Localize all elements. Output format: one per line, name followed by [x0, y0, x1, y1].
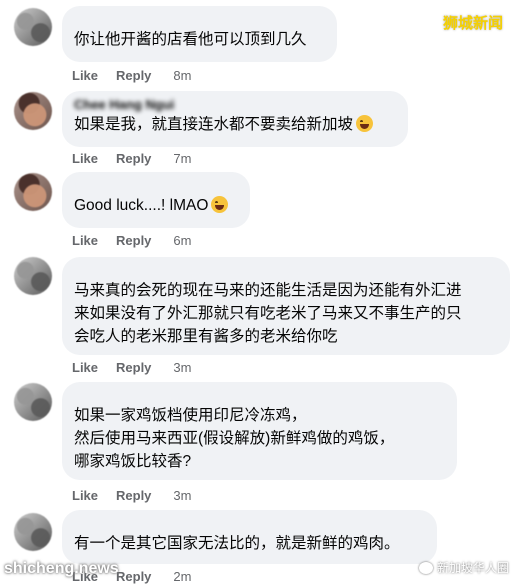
like-button[interactable]: Like	[72, 233, 98, 248]
comment-author[interactable]	[74, 516, 425, 532]
reply-button[interactable]: Reply	[116, 68, 151, 83]
comment-bubble: Chee Hang Ngui 如果是我，就直接连水都不要卖给新加坡	[62, 91, 408, 147]
laughing-tears-emoji-icon	[356, 115, 374, 132]
comment-author[interactable]	[74, 12, 325, 28]
comment-time[interactable]: 7m	[173, 151, 191, 166]
comment-actions: Like Reply 6m	[72, 233, 191, 248]
comment-bubble: 有一个是其它国家无法比的，就是新鲜的鸡肉。	[62, 510, 437, 564]
reply-button[interactable]: Reply	[116, 233, 151, 248]
comment-text: 马来真的会死的现在马来的还能生活是因为还能有外汇进 来如果没有了外汇那就只有吃老…	[74, 282, 462, 345]
avatar[interactable]	[14, 8, 52, 46]
comment-actions: Like Reply 3m	[72, 488, 191, 503]
avatar[interactable]	[14, 173, 52, 211]
comment-text-content: Good luck....! lMAO	[74, 197, 209, 214]
comment-text: Good luck....! lMAO	[74, 194, 238, 217]
comment-actions: Like Reply 3m	[72, 360, 191, 375]
comment-bubble: 你让他开酱的店看他可以顶到几久	[62, 6, 337, 62]
comment-author[interactable]	[74, 263, 498, 279]
comment-author[interactable]: Chee Hang Ngui	[74, 97, 396, 113]
reply-button[interactable]: Reply	[116, 569, 151, 584]
comment-text-content: 如果是我，就直接连水都不要卖给新加坡	[74, 116, 354, 133]
watermark-top: 狮城新闻	[442, 15, 503, 32]
comment-time[interactable]: 2m	[173, 569, 191, 584]
comment-bubble: 如果一家鸡饭档使用印尼冷冻鸡， 然后使用马来西亚(假设解放)新鲜鸡做的鸡饭， 哪…	[62, 382, 457, 480]
watermark-site: shicheng.news	[4, 560, 119, 577]
comment-author[interactable]	[74, 388, 445, 404]
reply-button[interactable]: Reply	[116, 360, 151, 375]
comment-bubble: Good luck....! lMAO	[62, 172, 250, 228]
reply-button[interactable]: Reply	[116, 488, 151, 503]
comment-author[interactable]	[74, 178, 238, 194]
comment-bubble: 马来真的会死的现在马来的还能生活是因为还能有外汇进 来如果没有了外汇那就只有吃老…	[62, 257, 510, 355]
comment-time[interactable]: 3m	[173, 488, 191, 503]
watermark-wechat-label: 新加坡华人圈	[436, 561, 509, 575]
watermark-wechat: 新加坡华人圈	[418, 559, 509, 576]
comment-text: 如果是我，就直接连水都不要卖给新加坡	[74, 113, 396, 136]
avatar[interactable]	[14, 383, 52, 421]
comment-time[interactable]: 6m	[173, 233, 191, 248]
comment-text: 如果一家鸡饭档使用印尼冷冻鸡， 然后使用马来西亚(假设解放)新鲜鸡做的鸡饭， 哪…	[74, 407, 395, 470]
comment-actions: Like Reply 8m	[72, 68, 191, 83]
avatar[interactable]	[14, 257, 52, 295]
like-button[interactable]: Like	[72, 151, 98, 166]
laughing-tears-emoji-icon	[211, 196, 229, 213]
avatar[interactable]	[14, 92, 52, 130]
like-button[interactable]: Like	[72, 68, 98, 83]
avatar[interactable]	[14, 513, 52, 551]
like-button[interactable]: Like	[72, 360, 98, 375]
comment-time[interactable]: 3m	[173, 360, 191, 375]
comment-actions: Like Reply 7m	[72, 151, 191, 166]
like-button[interactable]: Like	[72, 488, 98, 503]
comment-time[interactable]: 8m	[173, 68, 191, 83]
wechat-icon	[418, 561, 433, 574]
comment-text: 有一个是其它国家无法比的，就是新鲜的鸡肉。	[74, 535, 400, 552]
comment-text: 你让他开酱的店看他可以顶到几久	[74, 31, 307, 48]
reply-button[interactable]: Reply	[116, 151, 151, 166]
